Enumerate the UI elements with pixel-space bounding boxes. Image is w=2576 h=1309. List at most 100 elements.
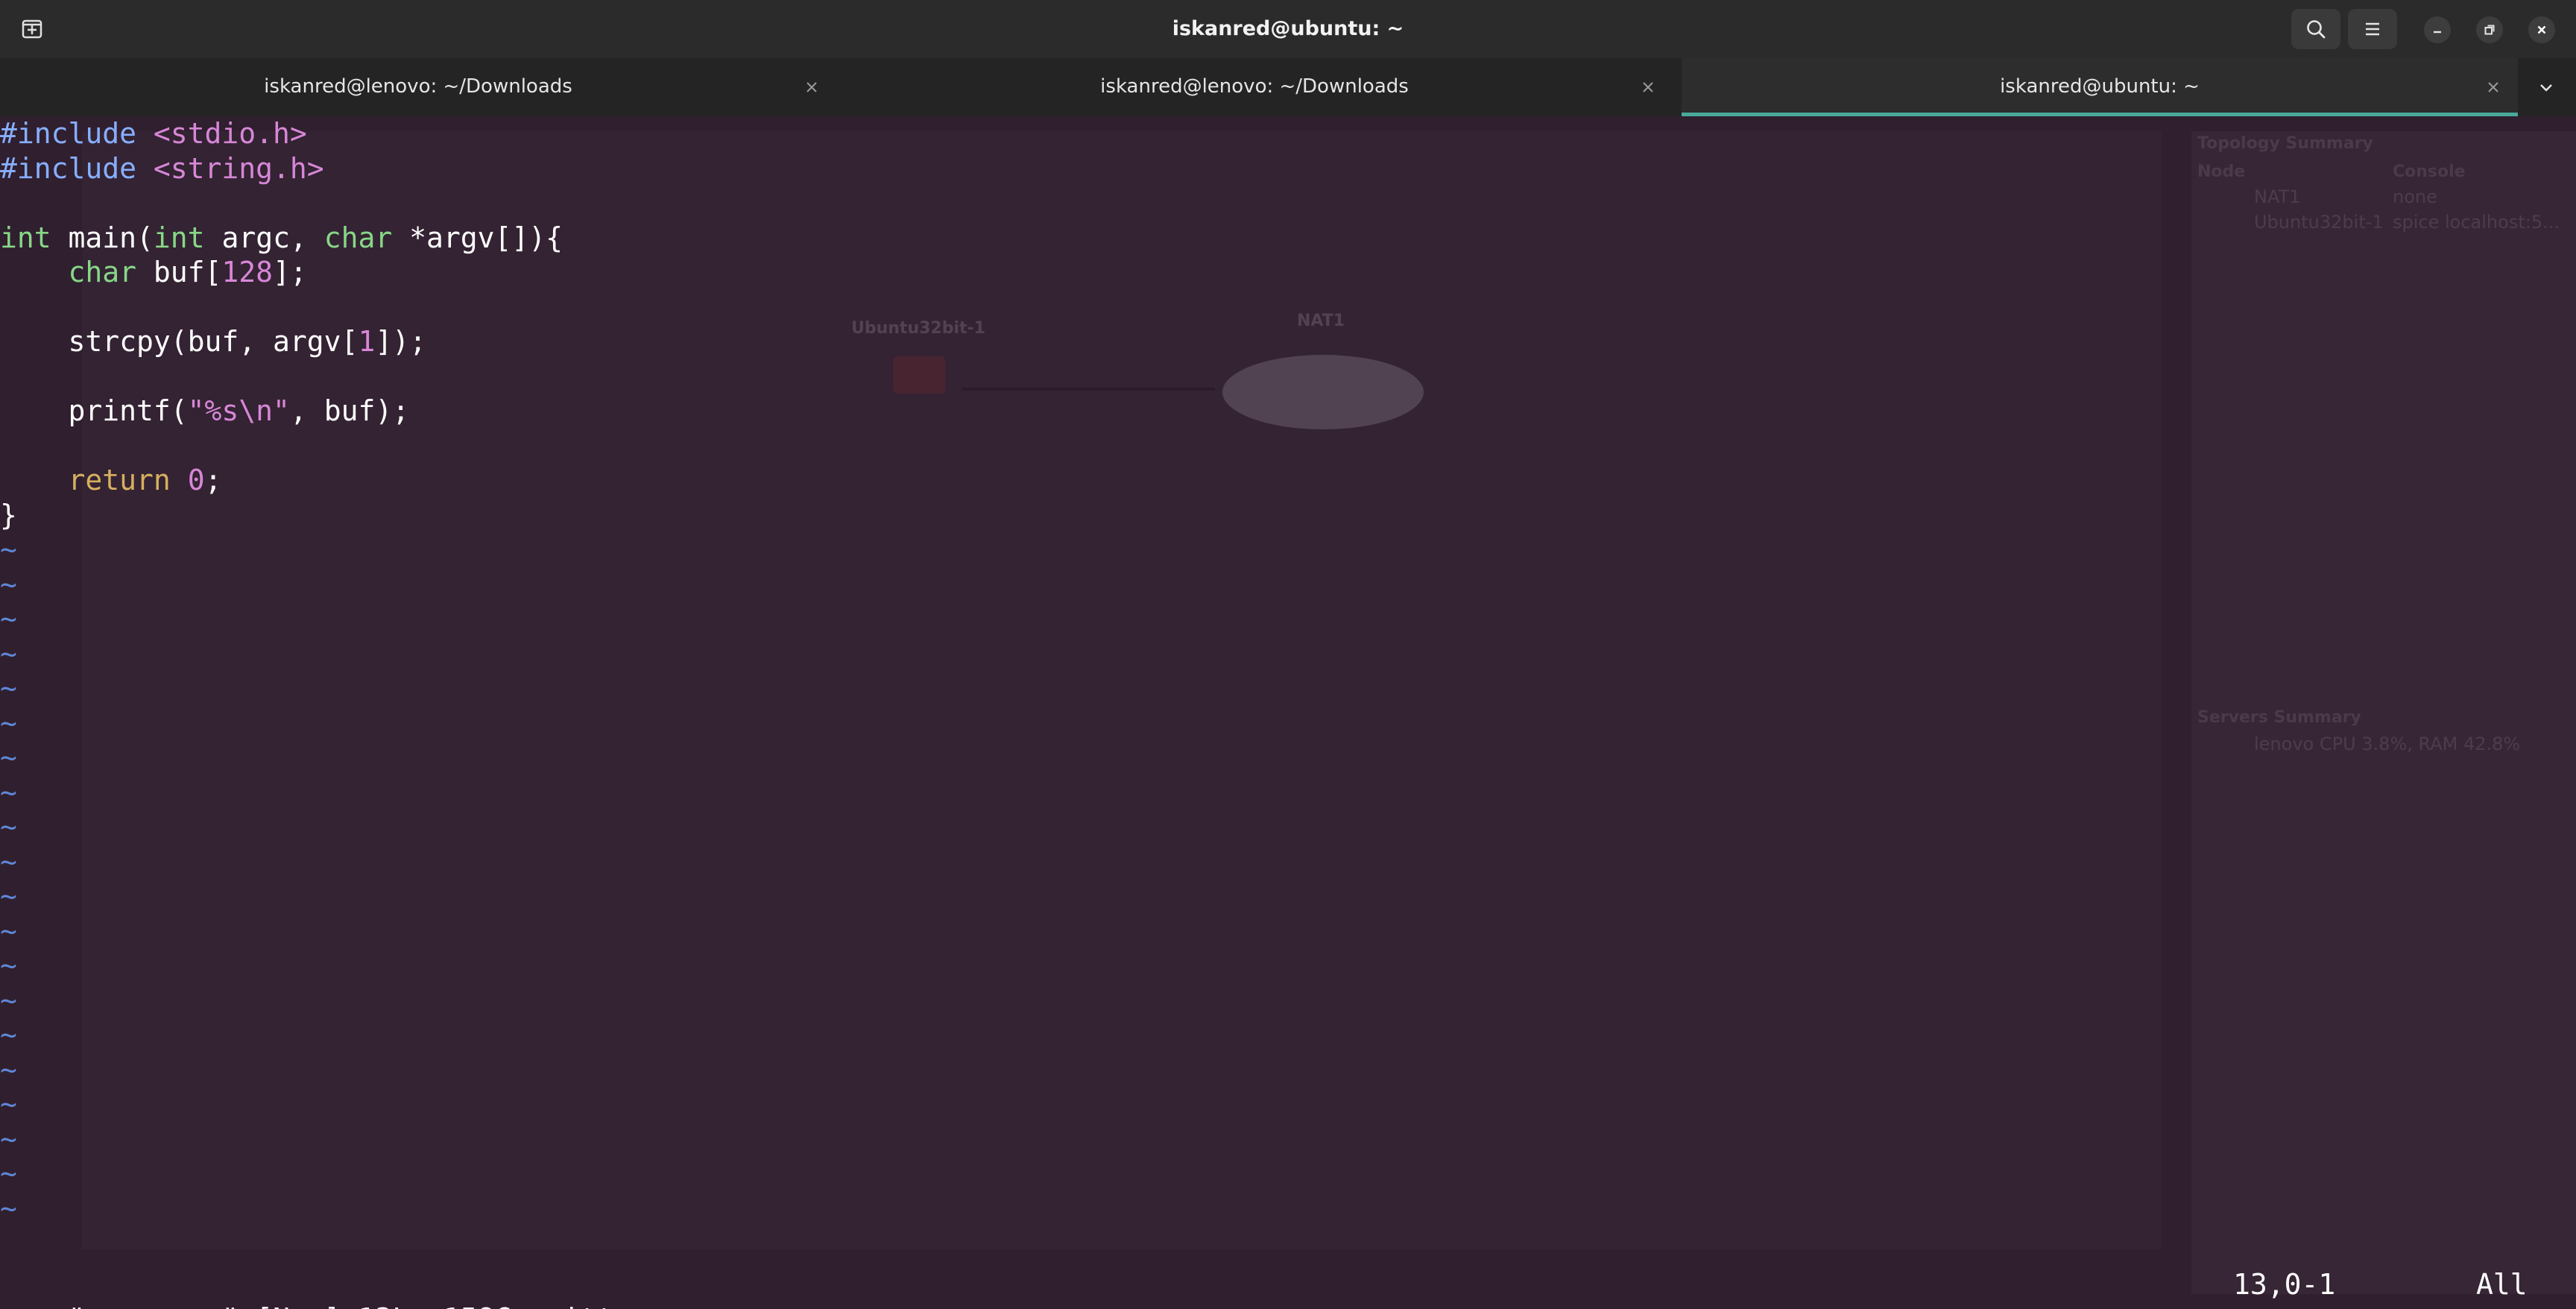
code-token: return: [68, 464, 171, 496]
empty-line-tilde: ~: [0, 533, 17, 566]
code-line: int main(int argc, char *argv[]){: [0, 221, 563, 256]
code-token: , buf);: [289, 394, 410, 427]
search-icon: [2307, 20, 2326, 39]
minimize-button[interactable]: [2424, 16, 2451, 43]
code-line: char buf[128];: [0, 255, 563, 290]
row-node: Ubuntu32bit-1: [2254, 212, 2384, 233]
code-token: <stdio.h>: [153, 117, 307, 150]
tab-close-button[interactable]: [801, 76, 823, 98]
code-token: ]);: [375, 325, 426, 358]
link-line: [962, 388, 1215, 391]
empty-line-tilde: ~: [0, 1088, 17, 1120]
tab-ubuntu-home[interactable]: iskanred@ubuntu: ~: [1682, 58, 2518, 116]
empty-line-tilde: ~: [0, 914, 17, 947]
code-token: ;: [204, 464, 222, 496]
code-token: strcpy(buf, argv[: [0, 325, 359, 358]
empty-line-tilde: ~: [0, 880, 17, 912]
column-console: Console: [2393, 163, 2466, 181]
empty-line-tilde: ~: [0, 810, 17, 843]
code-line: strcpy(buf, argv[1]);: [0, 324, 563, 359]
code-token: int: [153, 221, 205, 254]
empty-line-tilde: ~: [0, 672, 17, 704]
vm-node-icon: [893, 356, 945, 394]
code-token: <string.h>: [153, 151, 324, 185]
code-token: #include: [0, 151, 154, 185]
hamburger-menu-icon: [2366, 22, 2379, 36]
vim-buffer[interactable]: #include <stdio.h> #include <string.h> in…: [0, 116, 563, 1226]
code-line: printf("%s\n", buf);: [0, 394, 563, 429]
tab-label: iskanred@ubuntu: ~: [2000, 75, 2200, 98]
tab-bar: iskanred@lenovo: ~/Downloads iskanred@le…: [0, 58, 2576, 116]
topology-summary-heading: Topology Summary: [2197, 134, 2373, 153]
node-label-ubuntu: Ubuntu32bit-1: [851, 319, 985, 338]
scroll-indicator: All: [2476, 1268, 2528, 1301]
empty-line-tilde: ~: [0, 983, 17, 1017]
tabs-overview-button[interactable]: [2516, 58, 2576, 116]
status-message: "source.c" [New] 13L, 158C written: [69, 1302, 648, 1309]
terminal-view[interactable]: Ubuntu32bit-1 NAT1 Topology Summary Node…: [0, 116, 2576, 1309]
code-token: printf(: [0, 394, 188, 427]
close-button[interactable]: [2528, 16, 2555, 43]
code-token: "%s\n": [187, 394, 290, 427]
close-icon: [1643, 82, 1653, 92]
column-node: Node: [2197, 163, 2246, 181]
empty-line-tilde: ~: [0, 845, 17, 878]
code-token: }: [0, 498, 17, 532]
code-token: 128: [221, 256, 274, 288]
tab-label: iskanred@lenovo: ~/Downloads: [1100, 75, 1409, 98]
vim-status-line: "source.c" [New] 13L, 158C written 13,0-…: [0, 1267, 2576, 1309]
tab-lenovo-downloads-2[interactable]: iskanred@lenovo: ~/Downloads: [836, 58, 1673, 116]
empty-line-tilde: ~: [0, 949, 17, 982]
tab-close-button[interactable]: [1637, 76, 1659, 98]
empty-line-tilde: ~: [0, 1053, 17, 1086]
code-token: char: [68, 256, 137, 288]
code-line: }: [0, 498, 563, 533]
code-token: char: [323, 221, 393, 254]
empty-line-tilde: ~: [0, 567, 17, 601]
chevron-down-icon: [2540, 84, 2552, 92]
close-icon: [2537, 25, 2546, 34]
empty-line-tilde: ~: [0, 1122, 17, 1155]
servers-summary-heading: Servers Summary: [2197, 708, 2361, 727]
search-button[interactable]: [2291, 9, 2340, 49]
cloud-icon: [1222, 355, 1424, 429]
code-token: ];: [273, 256, 307, 288]
menu-button[interactable]: [2348, 9, 2397, 49]
row-console: none: [2393, 186, 2437, 207]
tab-close-button[interactable]: [2482, 76, 2504, 98]
cursor-position: 13,0-1: [2233, 1268, 2336, 1301]
window-title: iskanred@ubuntu: ~: [1172, 17, 1404, 40]
row-node: NAT1: [2254, 186, 2301, 207]
empty-line-tilde: ~: [0, 1191, 17, 1225]
close-icon: [806, 82, 817, 92]
code-token: *argv[]){: [392, 221, 564, 254]
minimize-icon: [2434, 31, 2441, 34]
empty-line-tilde: ~: [0, 602, 17, 635]
node-label-nat: NAT1: [1297, 312, 1345, 330]
empty-line-tilde: ~: [0, 1018, 17, 1051]
empty-line-tilde: ~: [0, 775, 17, 809]
code-token: 0: [187, 464, 205, 496]
empty-line-tilde: ~: [0, 741, 17, 774]
code-token: argc,: [204, 221, 324, 254]
tab-lenovo-downloads-1[interactable]: iskanred@lenovo: ~/Downloads: [0, 58, 836, 116]
server-row: lenovo CPU 3.8%, RAM 42.8%: [2254, 734, 2521, 754]
row-console: spice localhost:5...: [2393, 212, 2560, 233]
title-bar: iskanred@ubuntu: ~: [0, 0, 2576, 58]
code-line: return 0;: [0, 463, 563, 498]
code-line: #include <stdio.h>: [0, 116, 563, 151]
close-icon: [2488, 82, 2498, 92]
empty-line-tilde: ~: [0, 1157, 17, 1190]
code-line: #include <string.h>: [0, 151, 563, 186]
tab-label: iskanred@lenovo: ~/Downloads: [264, 75, 572, 98]
code-token: buf[: [136, 256, 222, 288]
code-token: int: [0, 221, 51, 254]
code-token: 1: [358, 325, 376, 358]
restore-button[interactable]: [2476, 16, 2503, 43]
